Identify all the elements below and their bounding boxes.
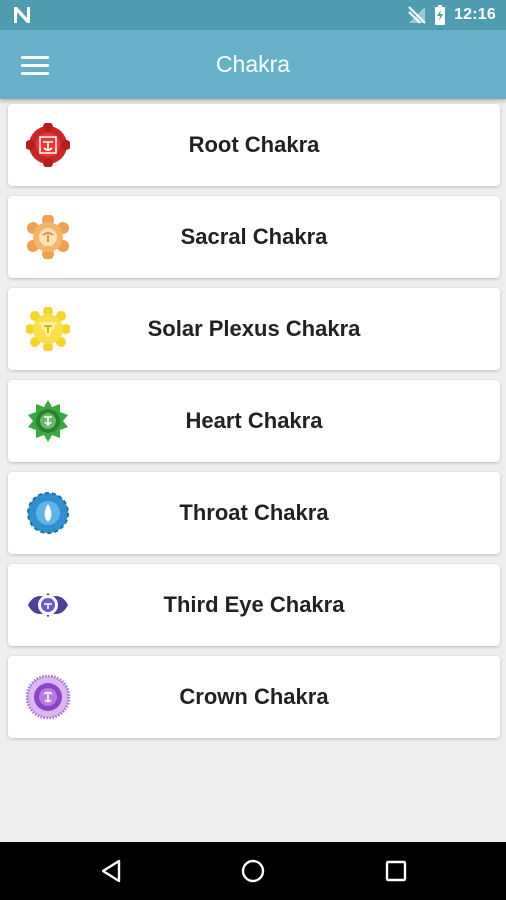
- system-navigation-bar: [0, 842, 506, 900]
- notification-n-icon: [14, 7, 30, 23]
- recents-icon[interactable]: [381, 856, 411, 886]
- list-item-label: Sacral Chakra: [180, 224, 328, 249]
- app-bar: Chakra: [0, 30, 506, 99]
- list-item-solar-plexus-chakra[interactable]: Solar Plexus Chakra: [8, 288, 500, 370]
- list-item-crown-chakra[interactable]: Crown Chakra: [8, 656, 500, 738]
- no-signal-icon: [408, 6, 426, 24]
- battery-charging-icon: [435, 5, 446, 25]
- list-item-label: Third Eye Chakra: [163, 592, 345, 617]
- home-icon[interactable]: [238, 856, 268, 886]
- list-item-sacral-chakra[interactable]: Sacral Chakra: [8, 196, 500, 278]
- list-item-label: Throat Chakra: [179, 500, 329, 525]
- list-item-throat-chakra[interactable]: Throat Chakra: [8, 472, 500, 554]
- list-item-heart-chakra[interactable]: Heart Chakra: [8, 380, 500, 462]
- status-time: 12:16: [454, 6, 496, 23]
- list-item-label: Heart Chakra: [185, 408, 323, 433]
- list-item-third-eye-chakra[interactable]: Third Eye Chakra: [8, 564, 500, 646]
- chakra-list: Root Chakra Sacral Chakra Solar Plexus C…: [8, 104, 500, 748]
- back-icon[interactable]: [96, 856, 126, 886]
- list-item-label: Crown Chakra: [179, 684, 329, 709]
- list-item-label: Root Chakra: [188, 132, 320, 157]
- page-title: Chakra: [215, 51, 291, 77]
- list-item-root-chakra[interactable]: Root Chakra: [8, 104, 500, 186]
- status-bar: 12:16: [0, 0, 506, 30]
- list-item-label: Solar Plexus Chakra: [147, 316, 361, 341]
- status-right-group: 12:16: [408, 5, 496, 25]
